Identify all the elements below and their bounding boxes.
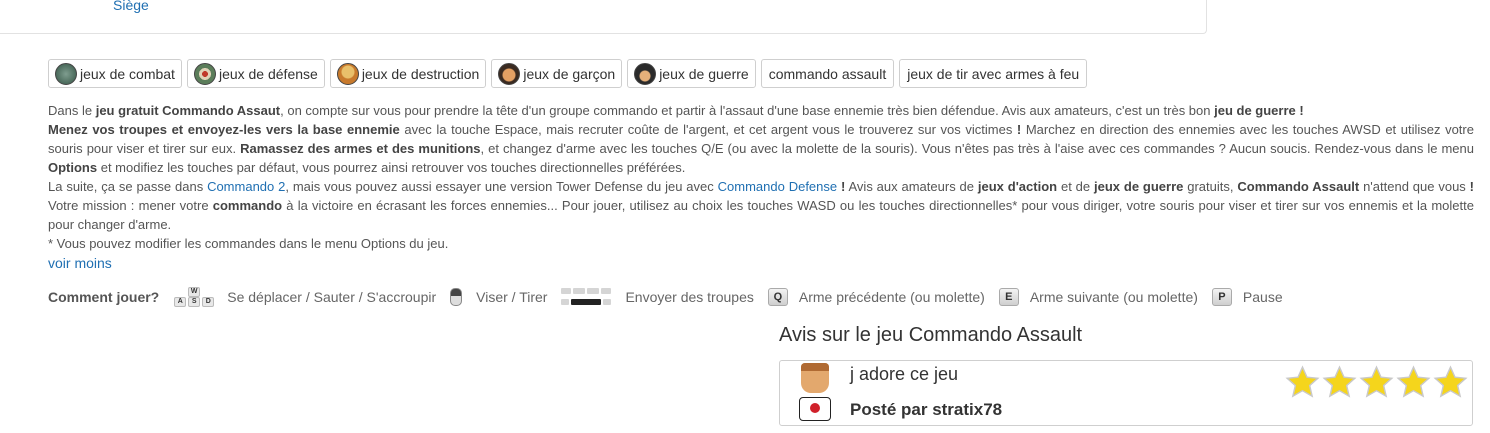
bold-text: Menez vos troupes et envoyez-les vers la… (48, 122, 400, 137)
how-to-play: Comment jouer? W A S D Se déplacer / Sau… (48, 287, 1297, 307)
a-key: A (174, 297, 187, 307)
p-key-icon: P (1211, 288, 1232, 306)
text: Votre mission : mener votre (48, 198, 213, 213)
tag-label: jeux de tir avec armes à feu (907, 65, 1080, 82)
tag-jeux-de-tir[interactable]: jeux de tir avec armes à feu (899, 59, 1088, 88)
avatar (797, 363, 833, 425)
tag-commando-assault[interactable]: commando assault (760, 59, 895, 88)
text: n'attend que vous (1359, 179, 1470, 194)
control-text: Viser / Tirer (476, 289, 548, 305)
wasd-keys-icon: W A S D (173, 287, 215, 307)
description-paragraph: Dans le jeu gratuit Commando Assaut, on … (48, 101, 1474, 120)
bold-text: Ramassez des armes et des munitions (240, 141, 481, 156)
war-badge-icon (634, 62, 657, 85)
destruction-badge-icon (336, 62, 359, 85)
bold-text: jeu de guerre ! (1214, 103, 1304, 118)
bold-text: jeux d'action (977, 179, 1058, 194)
star-icon (1285, 365, 1320, 398)
bold-text: Commando Assault (1237, 179, 1360, 194)
tag-list: jeux de combat jeux de défense jeux de d… (48, 59, 1088, 88)
description-paragraph: Menez vos troupes et envoyez-les vers la… (48, 120, 1474, 177)
d-key: D (202, 297, 215, 307)
control-text: Envoyer des troupes (625, 289, 754, 305)
bold-text: jeux de guerre (1094, 179, 1184, 194)
text: Dans le (48, 103, 96, 118)
tag-label: jeux de défense (218, 65, 318, 82)
tag-label: jeux de garçon (523, 65, 616, 82)
e-key-icon: E (998, 288, 1019, 306)
commando-2-link[interactable]: Commando 2 (207, 179, 285, 194)
text: , mais vous pouvez aussi essayer une ver… (285, 179, 718, 194)
siege-link[interactable]: Siège (113, 0, 149, 13)
defense-badge-icon (193, 62, 216, 85)
tag-jeux-de-combat[interactable]: jeux de combat (48, 59, 182, 88)
voir-moins-link[interactable]: voir moins (48, 255, 112, 271)
tag-label: commando assault (768, 65, 887, 82)
text: et de (1057, 179, 1094, 194)
game-description: Dans le jeu gratuit Commando Assaut, on … (48, 101, 1474, 253)
text: avec la touche Espace, mais recruter coû… (399, 122, 1017, 137)
s-key: S (188, 297, 201, 307)
tag-label: jeux de guerre (659, 65, 749, 82)
bold-text: jeu gratuit Commando Assaut (95, 103, 281, 118)
text: gratuits, (1183, 179, 1238, 194)
commando-defense-link[interactable]: Commando Defense (718, 179, 837, 194)
bold-text: Options (48, 160, 98, 175)
spacebar-keyboard-icon (561, 287, 613, 307)
review-card: j adore ce jeu Posté par stratix78 (779, 360, 1473, 426)
description-paragraph: La suite, ça se passe dans Commando 2, m… (48, 177, 1474, 234)
text: , on compte sur vous pour prendre la têt… (280, 103, 1215, 118)
tag-label: jeux de combat (80, 65, 175, 82)
tag-jeux-de-garcon[interactable]: jeux de garçon (491, 59, 623, 88)
star-icon (1396, 365, 1431, 398)
text: et modifiez les touches par défaut, vous… (97, 160, 686, 175)
tag-jeux-de-guerre[interactable]: jeux de guerre (627, 59, 756, 88)
q-key-icon: Q (767, 288, 788, 306)
tag-jeux-de-destruction[interactable]: jeux de destruction (329, 59, 487, 88)
control-text: Arme précédente (ou molette) (798, 289, 985, 305)
reviews-title: Avis sur le jeu Commando Assault (779, 324, 1083, 346)
control-text: Pause (1242, 289, 1283, 305)
description-footnote: * Vous pouvez modifier les commandes dan… (48, 236, 449, 251)
how-to-play-label: Comment jouer? (48, 289, 160, 305)
combat-badge-icon (55, 62, 77, 85)
mouse-icon (450, 288, 463, 306)
rating-stars (1285, 365, 1468, 400)
text: , et changez d'arme avec les touches Q/E… (480, 141, 1474, 156)
star-icon (1322, 365, 1357, 398)
star-icon (1359, 365, 1394, 398)
control-text: Arme suivante (ou molette) (1029, 289, 1198, 305)
text: Avis aux amateurs de (845, 179, 978, 194)
star-icon (1433, 365, 1468, 398)
w-key: W (188, 287, 201, 297)
review-author: Posté par stratix78 (850, 400, 1003, 419)
boy-badge-icon (498, 62, 521, 85)
top-card (0, 0, 1207, 34)
tag-jeux-de-defense[interactable]: jeux de défense (186, 59, 325, 88)
tag-label: jeux de destruction (361, 65, 480, 82)
bold-text: ! (1469, 179, 1475, 194)
text: La suite, ça se passe dans (48, 179, 208, 194)
review-text: j adore ce jeu (850, 364, 959, 384)
bold-text: commando (212, 198, 283, 213)
control-text: Se déplacer / Sauter / S'accroupir (227, 289, 437, 305)
